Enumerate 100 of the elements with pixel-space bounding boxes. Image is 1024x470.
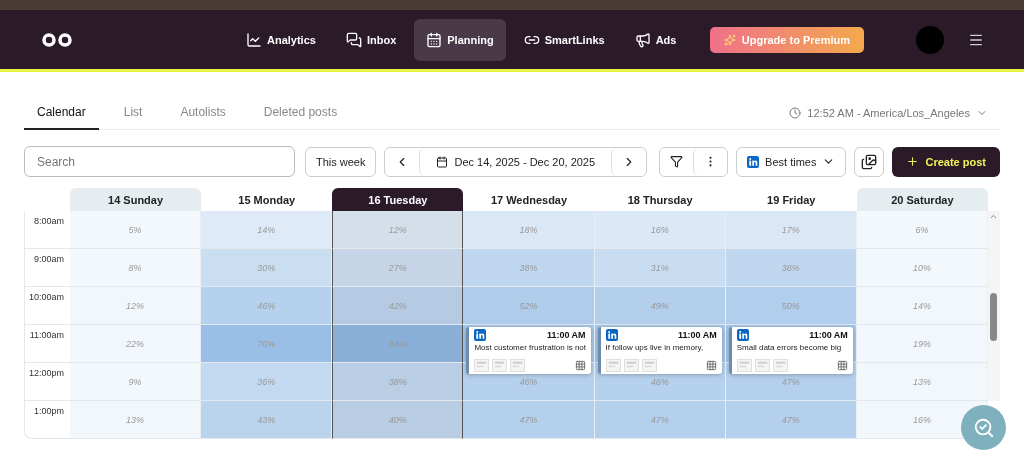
percent-label: 40%: [388, 414, 407, 425]
create-post-button[interactable]: Create post: [892, 146, 1000, 177]
time-label: 1:00pm: [24, 401, 70, 439]
post-time: 11:00 AM: [678, 330, 717, 340]
percent-label: 38%: [388, 376, 407, 387]
scroll-up-icon[interactable]: [989, 212, 998, 221]
image-thumbnail: [492, 359, 508, 372]
percent-label: 22%: [126, 338, 145, 349]
percent-label: 10%: [912, 262, 931, 273]
next-week-button[interactable]: [611, 147, 647, 176]
search-field[interactable]: Search: [24, 146, 295, 177]
percent-label: 13%: [912, 376, 931, 387]
line-chart-icon: [246, 31, 262, 48]
linkedin-icon: [605, 329, 618, 341]
percent-label: 27%: [388, 262, 407, 273]
percent-label: 16%: [912, 414, 931, 425]
time-label: 8:00am: [24, 211, 70, 249]
best-times-button[interactable]: Best times: [736, 146, 847, 177]
sparkle-icon: [723, 33, 736, 46]
calendar-icon: [426, 31, 443, 48]
percent-label: 14%: [912, 300, 931, 311]
post-time: 11:00 AM: [546, 330, 586, 340]
post-card[interactable]: 11:00 AM Most customer frustration is not: [466, 327, 591, 374]
image-thumbnail: [772, 359, 788, 372]
scrollbar[interactable]: [988, 211, 1000, 401]
logo-icon[interactable]: [40, 31, 74, 48]
day-header[interactable]: 16 Tuesday: [332, 188, 464, 211]
day-header[interactable]: 14 Sunday: [70, 188, 202, 211]
tab[interactable]: Calendar: [24, 95, 99, 130]
percent-label: 14%: [257, 224, 276, 235]
percent-label: 12%: [388, 224, 407, 235]
percent-label: 50%: [781, 300, 800, 311]
percent-label: 47%: [519, 414, 538, 425]
image-thumbnail: [736, 359, 752, 372]
percent-label: 47%: [650, 414, 669, 425]
percent-label: 12%: [126, 300, 145, 311]
images-icon: [861, 153, 878, 170]
percent-label: 46%: [519, 376, 538, 387]
post-text: Small data errors become big: [736, 343, 842, 353]
percent-label: 47%: [781, 376, 800, 387]
linkedin-icon: [736, 329, 749, 341]
image-thumbnail: [623, 359, 639, 372]
percent-label: 8%: [128, 262, 142, 273]
percent-label: 70%: [257, 338, 276, 349]
percent-label: 36%: [257, 376, 276, 387]
tab[interactable]: List: [110, 95, 156, 130]
nav-item[interactable]: Inbox: [333, 18, 409, 61]
clock-icon: [789, 106, 802, 119]
percent-label: 17%: [781, 224, 800, 235]
percent-label: 46%: [257, 300, 276, 311]
percent-label: 47%: [781, 414, 800, 425]
filter-icon: [670, 155, 684, 168]
chat-bubbles-icon: [345, 31, 362, 48]
percent-label: 42%: [388, 300, 407, 311]
nav-item[interactable]: Analytics: [234, 18, 328, 61]
tab[interactable]: Autolists: [167, 95, 239, 130]
day-header[interactable]: 20 Saturday: [856, 188, 988, 211]
media-button[interactable]: [854, 146, 885, 177]
nav-item[interactable]: Planning: [414, 18, 506, 61]
post-text: If follow ups live in memory,: [605, 343, 704, 353]
percent-label: 16%: [650, 224, 669, 235]
nav-item[interactable]: SmartLinks: [511, 18, 617, 61]
image-thumbnail: [474, 359, 490, 372]
percent-label: 18%: [519, 224, 538, 235]
linkedin-icon: [747, 155, 760, 168]
time-label: 11:00am: [24, 325, 70, 363]
image-thumbnail: [510, 359, 526, 372]
post-time: 11:00 AM: [809, 330, 848, 340]
grid-icon: [705, 360, 717, 371]
this-week-button[interactable]: This week: [304, 146, 377, 177]
ai-search-button[interactable]: [961, 405, 1006, 450]
percent-label: 38%: [781, 262, 800, 273]
percent-label: 19%: [912, 338, 931, 349]
timezone-selector[interactable]: 12:52 AM - America/Los_Angeles: [789, 106, 988, 119]
megaphone-icon: [634, 31, 651, 48]
calendar-icon: [436, 155, 449, 168]
grid-icon: [836, 360, 848, 371]
scrollbar-thumb[interactable]: [990, 293, 997, 341]
nav-item[interactable]: Ads: [622, 18, 689, 61]
post-card[interactable]: 11:00 AM If follow ups live in memory,: [597, 327, 722, 374]
percent-label: 6%: [915, 224, 929, 235]
percent-label: 46%: [650, 376, 669, 387]
percent-label: 38%: [519, 262, 538, 273]
linkedin-icon: [474, 329, 487, 341]
percent-label: 49%: [650, 300, 669, 311]
percent-label: 9%: [128, 376, 142, 387]
percent-label: 52%: [519, 300, 538, 311]
image-thumbnail: [754, 359, 770, 372]
grid-icon: [574, 360, 586, 371]
tab[interactable]: Deleted posts: [250, 95, 351, 130]
time-label: 10:00am: [24, 287, 70, 325]
percent-label: 30%: [257, 262, 276, 273]
percent-label: 13%: [126, 414, 145, 425]
post-text: Most customer frustration is not: [474, 343, 586, 353]
percent-label: 43%: [257, 414, 276, 425]
post-card[interactable]: 11:00 AM Small data errors become big: [728, 327, 853, 374]
time-label: 12:00pm: [24, 363, 70, 401]
image-thumbnail: [641, 359, 657, 372]
percent-label: 31%: [650, 262, 669, 273]
image-thumbnail: [605, 359, 621, 372]
